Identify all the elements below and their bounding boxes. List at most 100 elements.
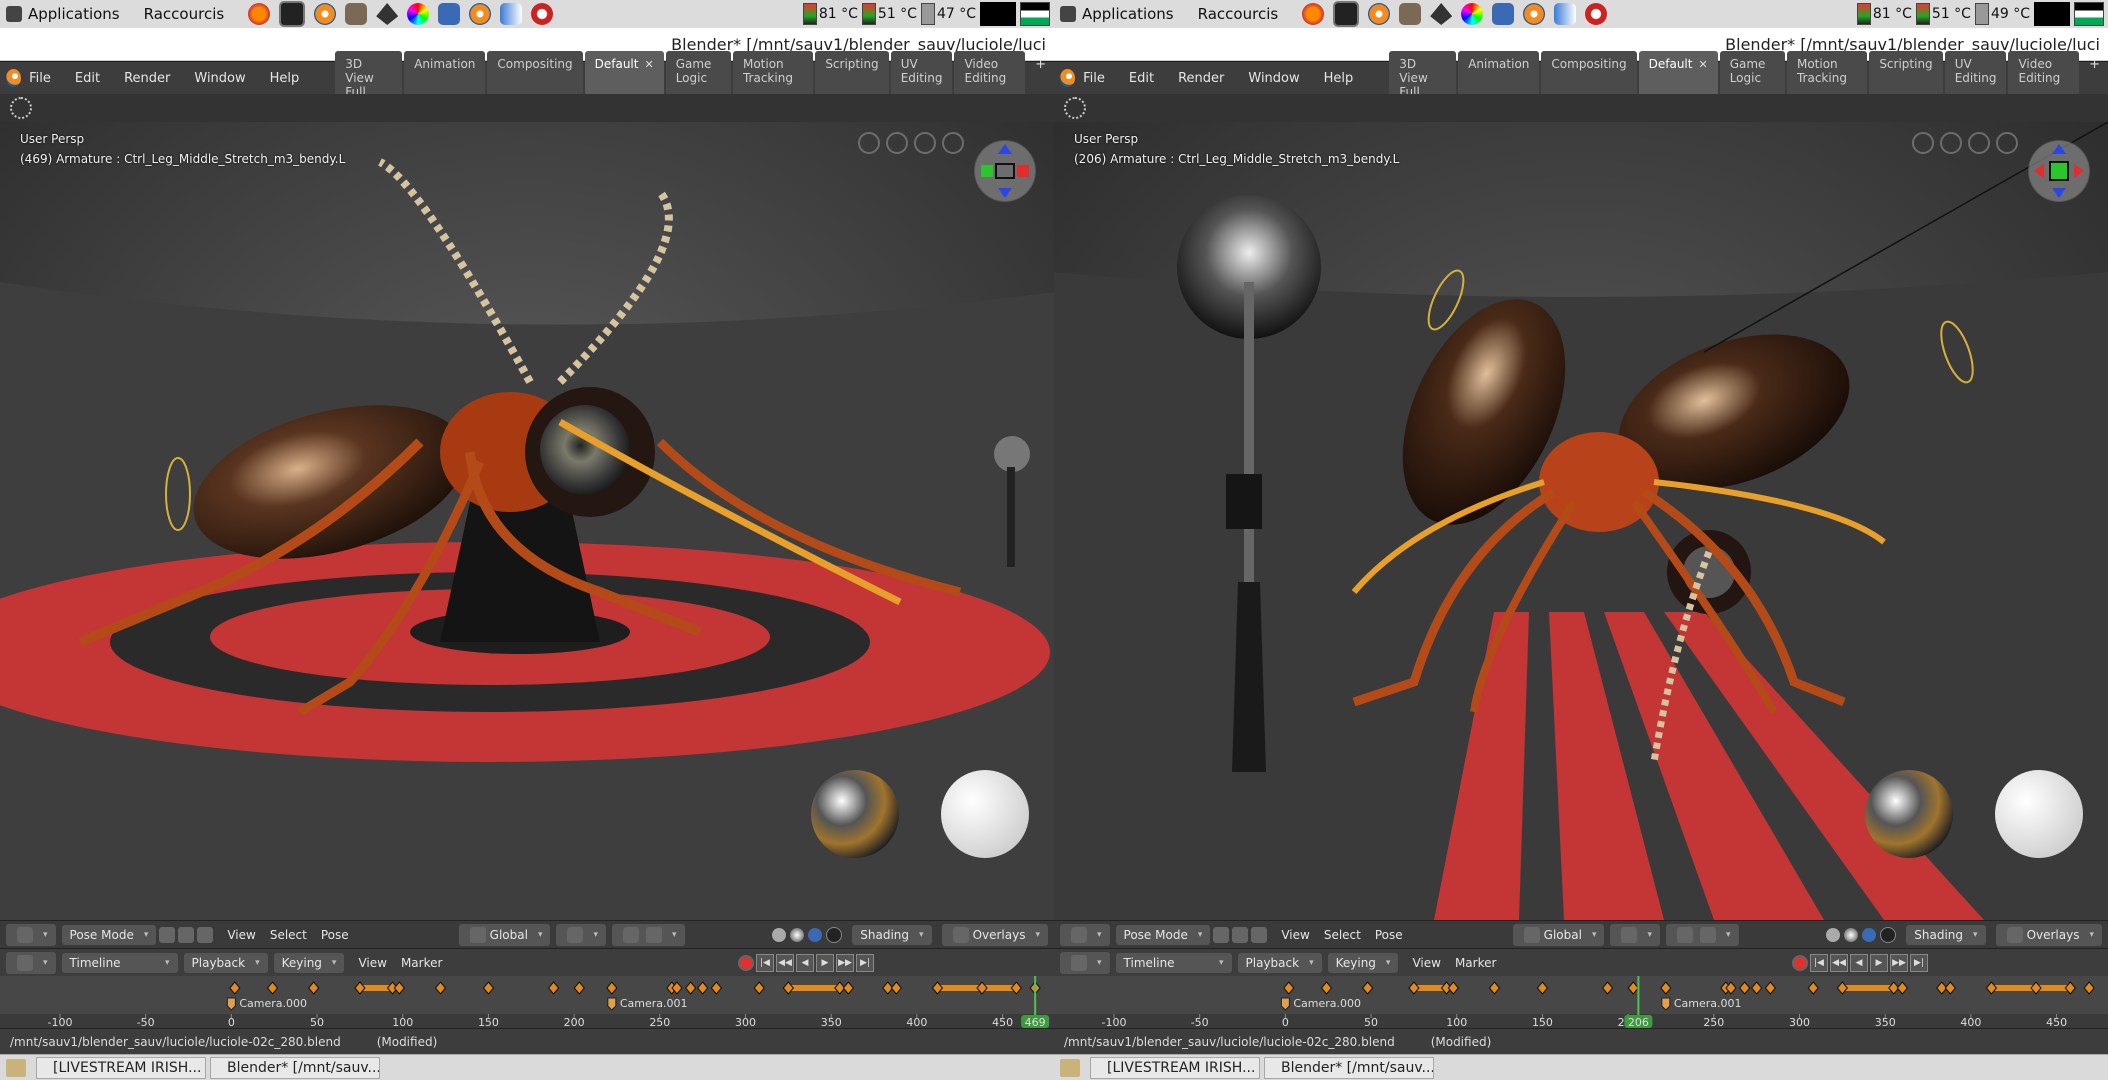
play-button[interactable]: ▶ [816,954,834,972]
jump-start-button[interactable]: |◀ [756,954,774,972]
jump-end-button[interactable]: ▶| [1910,954,1928,972]
pivot-dropdown[interactable]: ▾ [556,924,607,946]
editor-type-button[interactable]: ▾ [6,924,56,946]
shading-rendered-icon[interactable] [1862,928,1877,942]
keying-dropdown[interactable]: Keying ▾ [273,953,345,973]
menu-view[interactable]: View [1281,928,1309,942]
gimp-icon[interactable] [345,3,368,25]
jump-start-button[interactable]: |◀ [1810,954,1828,972]
timeline-editor-type[interactable]: ▾ [6,952,56,974]
overlays-dropdown[interactable]: Overlays ▾ [1995,924,2102,946]
close-icon[interactable]: ✕ [644,58,653,71]
blender-icon[interactable] [314,3,337,25]
snap-dropdown[interactable]: ▾ [1666,924,1739,946]
record-button[interactable] [738,955,754,971]
timeline-menu-marker[interactable]: Marker [1455,956,1496,970]
timeline-menu-marker[interactable]: Marker [401,956,442,970]
orientation-dropdown[interactable]: Global ▾ [458,924,551,946]
gimp-icon[interactable] [1399,3,1422,25]
menu-window[interactable]: Window [194,71,245,86]
snap-dropdown[interactable]: ▾ [612,924,685,946]
tool-settings-icon[interactable] [10,97,32,119]
timeline-area[interactable]: Camera.000Camera.001-100-500501001502002… [1054,976,2108,1028]
blender-logo-icon[interactable] [1060,69,1076,87]
menu-file[interactable]: File [29,71,51,86]
blender-alt-icon[interactable] [469,3,492,25]
shortcuts-menu[interactable]: Raccourcis [144,5,225,23]
settings-icon[interactable] [1492,3,1515,25]
menu-pose[interactable]: Pose [321,928,349,942]
krita-icon[interactable] [531,3,554,25]
shortcuts-menu[interactable]: Raccourcis [1198,5,1279,23]
play-reverse-button[interactable]: ◀ [796,954,814,972]
shading-solid-icon[interactable] [772,928,787,942]
navigation-gizmo-icon[interactable] [2028,140,2090,202]
play-reverse-button[interactable]: ◀ [1850,954,1868,972]
keying-dropdown[interactable]: Keying ▾ [1327,953,1399,973]
select-extend-icon[interactable] [197,927,214,943]
taskbar-item-livestream[interactable]: [LIVESTREAM IRISH... [36,1057,206,1079]
select-box-icon[interactable] [178,927,195,943]
keyboard-layout-icon[interactable] [2074,2,2104,26]
tool-settings-icon[interactable] [1064,97,1086,119]
menu-render[interactable]: Render [1178,71,1224,86]
prev-keyframe-button[interactable]: ◀◀ [1830,954,1848,972]
shading-solid-icon[interactable] [1826,928,1841,942]
pan-hand-icon[interactable] [886,132,908,154]
menu-edit[interactable]: Edit [1129,71,1154,86]
timeline-menu-view[interactable]: View [1412,956,1440,970]
menu-select[interactable]: Select [1324,928,1361,942]
zoom-icon[interactable] [1968,132,1990,154]
shading-material-icon[interactable] [1844,928,1859,942]
play-button[interactable]: ▶ [1870,954,1888,972]
pan-hand-icon[interactable] [1940,132,1962,154]
mode-dropdown[interactable]: Pose Mode ▾ [1115,925,1211,945]
menu-help[interactable]: Help [270,71,300,86]
shading-dropdown[interactable]: Shading ▾ [852,925,932,945]
timeline-editor-type[interactable]: ▾ [1060,952,1110,974]
firefox-icon[interactable] [248,3,271,25]
playback-dropdown[interactable]: Playback ▾ [183,953,268,973]
shading-material-icon[interactable] [790,928,805,942]
taskbar-item-blender[interactable]: Blender* [/mnt/sauv... [1264,1057,1434,1079]
blender-icon[interactable] [1368,3,1391,25]
timeline-track[interactable]: Camera.000Camera.001-100-500501001502002… [1054,976,2108,1028]
firefox-icon[interactable] [1302,3,1325,25]
prev-keyframe-button[interactable]: ◀◀ [776,954,794,972]
krita-icon[interactable] [1585,3,1608,25]
zoom-icon[interactable] [914,132,936,154]
kdenlive-icon[interactable] [500,3,523,25]
show-desktop-icon[interactable] [6,1059,26,1077]
orientation-dropdown[interactable]: Global ▾ [1512,924,1605,946]
select-mode-icon[interactable] [1213,927,1230,943]
applications-menu[interactable]: Applications [1082,5,1174,23]
3d-viewport[interactable]: User Persp (206) Armature : Ctrl_Leg_Mid… [1054,122,2108,920]
shading-dropdown[interactable]: Shading ▾ [1906,925,1986,945]
menu-select[interactable]: Select [270,928,307,942]
select-mode-icon[interactable] [159,927,176,943]
perspective-toggle-icon[interactable] [1996,132,2018,154]
navigation-gizmo-icon[interactable] [974,140,1036,202]
camera-view-icon[interactable] [1912,132,1934,154]
timeline-menu-view[interactable]: View [358,956,386,970]
terminal-icon[interactable] [279,1,306,27]
blender-logo-icon[interactable] [6,69,22,87]
taskbar-item-livestream[interactable]: [LIVESTREAM IRISH... [1090,1057,1260,1079]
show-desktop-icon[interactable] [1060,1059,1080,1077]
pivot-dropdown[interactable]: ▾ [1610,924,1661,946]
next-keyframe-button[interactable]: ▶▶ [1890,954,1908,972]
taskbar-item-blender[interactable]: Blender* [/mnt/sauv... [210,1057,380,1079]
applications-menu-icon[interactable] [6,6,22,22]
3d-viewport[interactable]: User Persp (469) Armature : Ctrl_Leg_Mid… [0,122,1054,920]
shading-rendered-icon[interactable] [808,928,823,942]
menu-window[interactable]: Window [1248,71,1299,86]
menu-edit[interactable]: Edit [75,71,100,86]
select-extend-icon[interactable] [1251,927,1268,943]
perspective-toggle-icon[interactable] [942,132,964,154]
shading-wire-icon[interactable] [1880,927,1897,943]
color-wheel-icon[interactable] [407,3,430,25]
color-wheel-icon[interactable] [1461,3,1484,25]
playback-dropdown[interactable]: Playback ▾ [1237,953,1322,973]
applications-menu[interactable]: Applications [28,5,120,23]
blender-alt-icon[interactable] [1523,3,1546,25]
